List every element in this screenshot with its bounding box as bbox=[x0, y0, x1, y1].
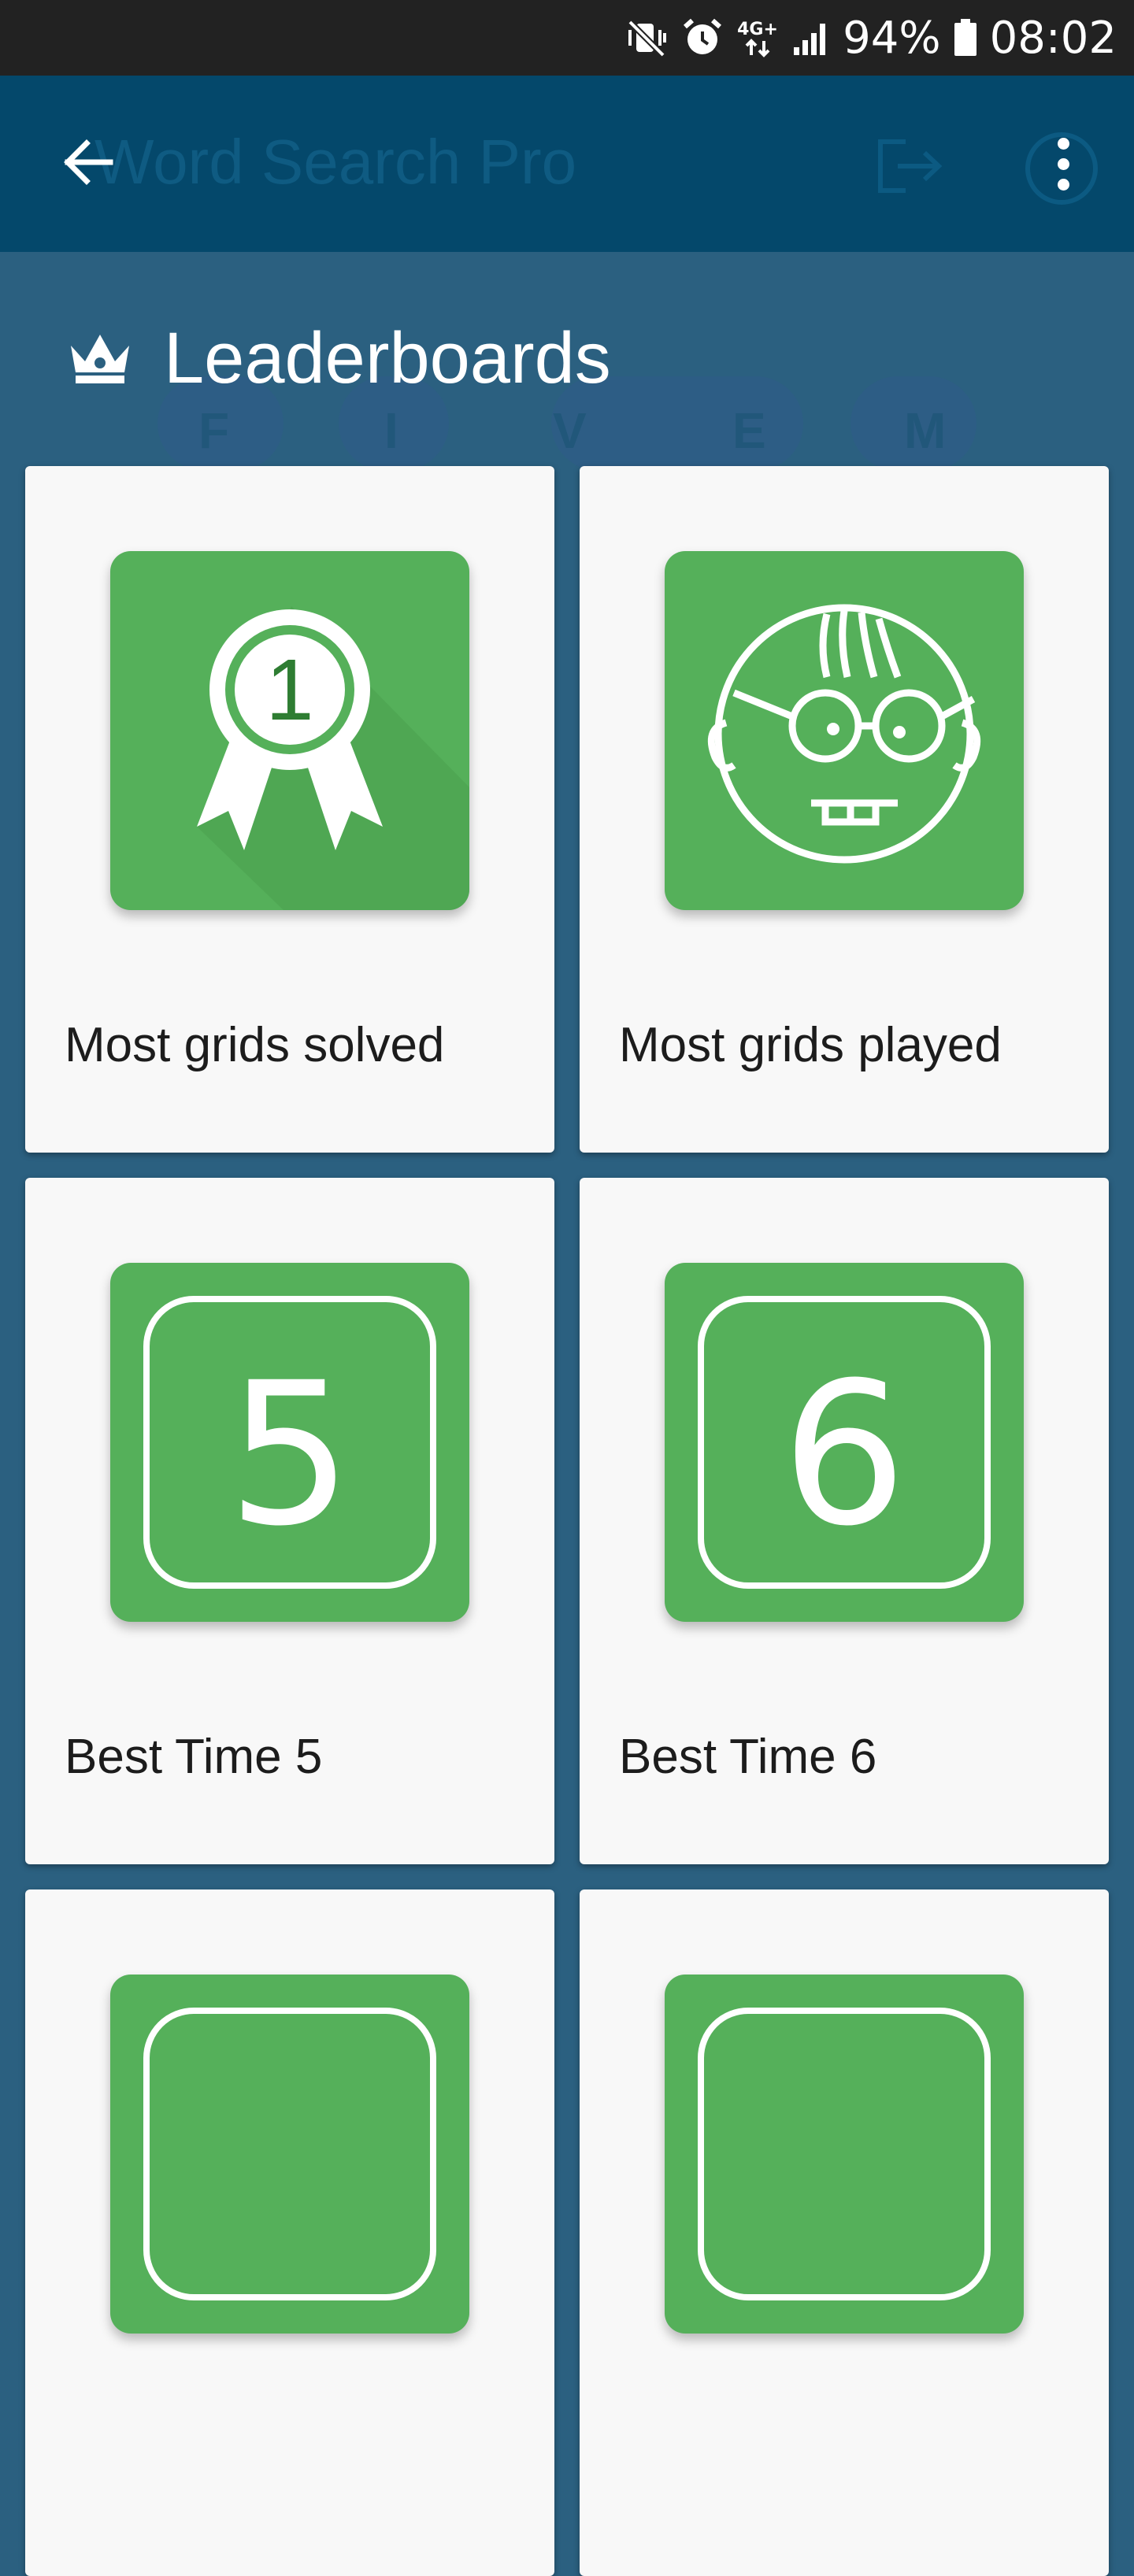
number-5-icon: 5 bbox=[110, 1263, 469, 1622]
clock: 08:02 bbox=[989, 12, 1117, 64]
exit-icon bbox=[874, 139, 945, 198]
card-label: Best Time 5 bbox=[65, 1730, 323, 1784]
tile-number: 6 bbox=[781, 1340, 906, 1569]
ghost-letter: V bbox=[553, 402, 587, 459]
leaderboard-card[interactable] bbox=[580, 1889, 1109, 2576]
status-bar: 4G+ 94% 08:02 bbox=[0, 0, 1134, 76]
alarm-icon bbox=[680, 16, 724, 60]
medal-number: 1 bbox=[265, 642, 313, 738]
ghost-letter: E bbox=[732, 402, 766, 459]
ghost-letter: I bbox=[384, 402, 398, 459]
signal-icon bbox=[791, 16, 832, 60]
card-label: Best Time 6 bbox=[619, 1730, 877, 1784]
back-button[interactable] bbox=[57, 132, 120, 195]
more-vertical-icon-dot bbox=[1057, 178, 1069, 191]
leaderboards-header: Leaderboards bbox=[68, 315, 611, 402]
leaderboard-card[interactable] bbox=[25, 1889, 554, 2576]
tile-number: 5 bbox=[227, 1340, 352, 1569]
more-vertical-icon-dot bbox=[1057, 137, 1069, 150]
number-tile-icon bbox=[110, 1975, 469, 2334]
arrow-left-icon bbox=[60, 134, 117, 194]
leaderboard-card-best-time-6[interactable]: 6 Best Time 6 bbox=[580, 1178, 1109, 1864]
card-label: Most grids played bbox=[619, 1018, 1002, 1072]
number-6-icon: 6 bbox=[665, 1263, 1024, 1622]
leaderboard-card-most-grids-solved[interactable]: 1 Most grids solved bbox=[25, 466, 554, 1153]
status-icons: 4G+ 94% 08:02 bbox=[625, 0, 1117, 76]
crown-icon bbox=[68, 328, 132, 389]
app-title: Word Search Pro bbox=[94, 127, 577, 197]
ghost-letter: M bbox=[904, 402, 947, 459]
page-title: Leaderboards bbox=[164, 317, 611, 398]
more-vertical-icon-dot bbox=[1057, 157, 1069, 170]
more-options-button[interactable] bbox=[1032, 132, 1095, 195]
battery-icon bbox=[952, 16, 979, 60]
ribbon-medal-icon: 1 bbox=[110, 551, 469, 910]
network-4g-icon: 4G+ bbox=[736, 16, 780, 60]
card-label: Most grids solved bbox=[65, 1018, 445, 1072]
leaderboard-card-most-grids-played[interactable]: Most grids played bbox=[580, 466, 1109, 1153]
leaderboard-card-best-time-5[interactable]: 5 Best Time 5 bbox=[25, 1178, 554, 1864]
mute-vibrate-icon bbox=[625, 16, 669, 60]
network-label: 4G+ bbox=[737, 20, 778, 39]
ghost-letter: F bbox=[198, 402, 230, 459]
battery-percent: 94% bbox=[843, 12, 941, 64]
nerd-face-icon bbox=[665, 551, 1024, 910]
number-tile-icon bbox=[665, 1975, 1024, 2334]
